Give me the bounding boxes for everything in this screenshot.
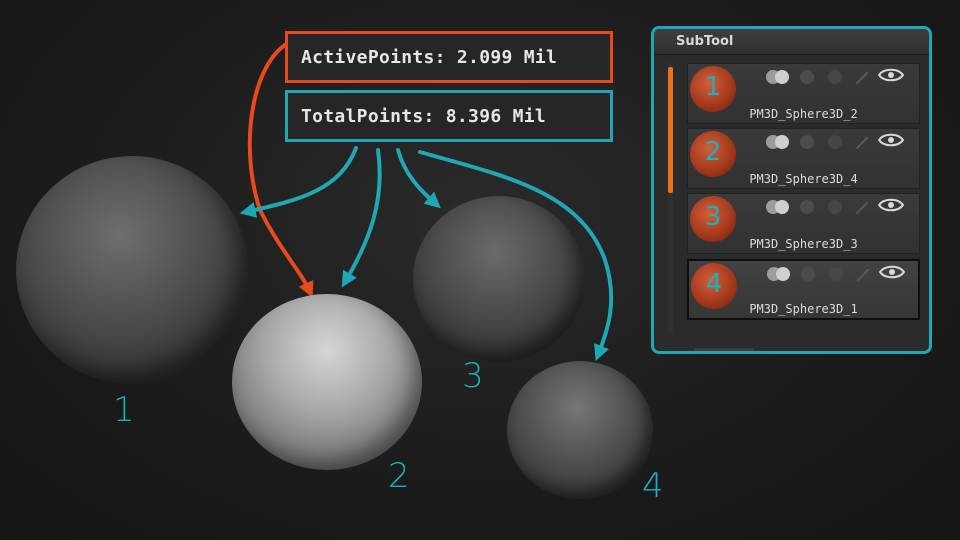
subtool-item-name: PM3D_Sphere3D_2 bbox=[749, 107, 858, 121]
eye-icon[interactable] bbox=[879, 265, 905, 279]
panel-footer-divider bbox=[694, 348, 754, 351]
subtool-thumbnail: 2 bbox=[690, 131, 736, 177]
subtool-header[interactable]: SubTool bbox=[654, 29, 929, 55]
subtool-scroll-thumb[interactable] bbox=[668, 67, 673, 193]
sphere-label-1: 1 bbox=[113, 390, 135, 430]
sphere-label-4: 4 bbox=[642, 466, 664, 506]
sphere-2 bbox=[232, 294, 422, 470]
ghost-toggle-icon[interactable] bbox=[828, 135, 842, 149]
paint-brush-icon[interactable] bbox=[855, 136, 869, 150]
subtool-item-4[interactable]: 4 PM3D_Sphere3D_1 bbox=[687, 259, 920, 320]
sphere-label-3: 3 bbox=[462, 356, 484, 396]
sphere-3 bbox=[413, 196, 585, 362]
subtool-title: SubTool bbox=[676, 34, 734, 49]
solo-toggle-icon[interactable] bbox=[800, 70, 814, 84]
polyframe-icon[interactable] bbox=[776, 267, 790, 281]
eye-icon[interactable] bbox=[878, 133, 904, 147]
paint-brush-icon[interactable] bbox=[855, 71, 869, 85]
subtool-item-name: PM3D_Sphere3D_3 bbox=[749, 237, 858, 251]
subtool-thumb-number: 4 bbox=[705, 269, 723, 299]
subtool-thumb-number: 2 bbox=[704, 137, 722, 167]
subtool-controls bbox=[766, 68, 916, 88]
sphere-1 bbox=[16, 156, 248, 384]
polyframe-icon[interactable] bbox=[775, 200, 789, 214]
subtool-panel: SubTool 1 PM3D_Sphere3D_2 2 PM3D_Sphere3… bbox=[651, 26, 932, 354]
solo-toggle-icon[interactable] bbox=[801, 267, 815, 281]
total-points-text: TotalPoints: 8.396 Mil bbox=[301, 105, 547, 127]
subtool-item-name: PM3D_Sphere3D_1 bbox=[749, 302, 858, 316]
subtool-controls bbox=[767, 265, 917, 285]
polyframe-icon[interactable] bbox=[775, 135, 789, 149]
sphere-4 bbox=[507, 361, 653, 499]
paint-brush-icon[interactable] bbox=[856, 268, 870, 282]
arrow-total-to-sphere-1 bbox=[239, 146, 358, 218]
ghost-toggle-icon[interactable] bbox=[828, 200, 842, 214]
arrow-total-to-sphere-2 bbox=[341, 148, 382, 288]
subtool-thumbnail: 1 bbox=[690, 66, 736, 112]
subtool-controls bbox=[766, 198, 916, 218]
solo-toggle-icon[interactable] bbox=[800, 135, 814, 149]
polyframe-icon[interactable] bbox=[775, 70, 789, 84]
active-points-text: ActivePoints: 2.099 Mil bbox=[301, 46, 558, 68]
paint-brush-icon[interactable] bbox=[855, 201, 869, 215]
subtool-thumb-number: 3 bbox=[704, 202, 722, 232]
subtool-item-3[interactable]: 3 PM3D_Sphere3D_3 bbox=[687, 193, 920, 254]
total-points-readout: TotalPoints: 8.396 Mil bbox=[285, 90, 613, 142]
sphere-label-2: 2 bbox=[388, 456, 410, 496]
solo-toggle-icon[interactable] bbox=[800, 200, 814, 214]
subtool-thumb-number: 1 bbox=[704, 72, 722, 102]
active-points-readout: ActivePoints: 2.099 Mil bbox=[285, 31, 613, 83]
ghost-toggle-icon[interactable] bbox=[828, 70, 842, 84]
ghost-toggle-icon[interactable] bbox=[829, 267, 843, 281]
arrow-total-to-sphere-3 bbox=[396, 148, 441, 209]
eye-icon[interactable] bbox=[878, 198, 904, 212]
eye-icon[interactable] bbox=[878, 68, 904, 82]
subtool-item-1[interactable]: 1 PM3D_Sphere3D_2 bbox=[687, 63, 920, 124]
subtool-thumbnail: 3 bbox=[690, 196, 736, 242]
subtool-controls bbox=[766, 133, 916, 153]
subtool-item-2[interactable]: 2 PM3D_Sphere3D_4 bbox=[687, 128, 920, 189]
subtool-item-name: PM3D_Sphere3D_4 bbox=[749, 172, 858, 186]
